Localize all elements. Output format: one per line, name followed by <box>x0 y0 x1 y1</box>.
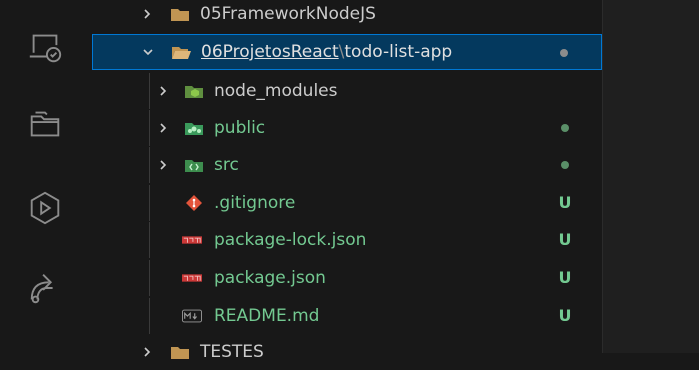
file-label: package-lock.json <box>214 230 367 250</box>
tree-row-testes[interactable]: TESTES <box>92 334 602 370</box>
chevron-right-icon[interactable] <box>156 147 170 183</box>
folder-label: TESTES <box>200 342 264 362</box>
editor-area-edge <box>602 0 699 353</box>
chevron-right-icon[interactable] <box>140 0 154 32</box>
git-status-badge: U <box>558 268 572 287</box>
node-folder-icon <box>184 73 204 109</box>
chevron-down-icon[interactable] <box>141 34 155 70</box>
folder-icon <box>170 0 190 32</box>
source-control-icon[interactable] <box>25 268 65 308</box>
folder-label: 06ProjetosReact\todo-list-app <box>201 34 452 70</box>
tree-row-readme-md[interactable]: README.md U <box>92 298 602 334</box>
modified-dot <box>560 49 568 57</box>
chevron-right-icon[interactable] <box>156 73 170 109</box>
compact-folder-segment-06projetosreact[interactable]: 06ProjetosReact <box>201 42 339 62</box>
tree-row-public[interactable]: public <box>92 110 602 146</box>
folder-open-icon <box>171 34 191 70</box>
indent-guide <box>149 110 150 146</box>
tree-row-package-json[interactable]: package.json U <box>92 260 602 296</box>
folder-label: 05FrameworkNodeJS <box>200 4 376 24</box>
untracked-dot <box>561 124 569 132</box>
git-status-badge: U <box>558 306 572 325</box>
tree-row-src[interactable]: src <box>92 147 602 183</box>
files-icon[interactable] <box>25 104 65 144</box>
public-folder-icon <box>184 110 204 146</box>
markdown-icon <box>182 298 202 334</box>
file-label: README.md <box>214 306 320 326</box>
folder-label: src <box>214 155 239 175</box>
folder-label: public <box>214 118 266 138</box>
extensions-icon[interactable] <box>25 188 65 228</box>
src-folder-icon <box>184 147 204 183</box>
git-status-badge: U <box>558 193 572 212</box>
chevron-right-icon[interactable] <box>140 334 154 370</box>
git-status-badge: U <box>558 230 572 249</box>
tree-row-todo-list-app[interactable]: 06ProjetosReact\todo-list-app <box>92 34 602 70</box>
indent-guide <box>149 73 150 109</box>
file-label: .gitignore <box>214 193 296 213</box>
file-label: package.json <box>214 268 326 288</box>
tree-row-package-lock-json[interactable]: package-lock.json U <box>92 222 602 258</box>
folder-icon <box>170 334 190 370</box>
folder-label: node_modules <box>214 81 338 101</box>
npm-icon <box>182 222 202 258</box>
file-explorer: 05FrameworkNodeJS 06ProjetosReact\todo-l… <box>92 0 602 362</box>
npm-icon <box>182 260 202 296</box>
indent-guide <box>149 298 150 334</box>
tree-row-node-modules[interactable]: node_modules <box>92 73 602 109</box>
indent-guide <box>149 147 150 183</box>
tree-row-gitignore[interactable]: .gitignore U <box>92 185 602 221</box>
remote-explorer-icon[interactable] <box>25 27 65 67</box>
tree-row-05frameworknodejs[interactable]: 05FrameworkNodeJS <box>92 0 602 32</box>
git-icon <box>184 185 204 221</box>
activity-bar <box>0 0 92 353</box>
indent-guide <box>149 260 150 296</box>
indent-guide <box>149 222 150 258</box>
indent-guide <box>149 185 150 221</box>
chevron-right-icon[interactable] <box>156 110 170 146</box>
compact-folder-segment-todo-list-app[interactable]: todo-list-app <box>344 42 452 62</box>
untracked-dot <box>561 161 569 169</box>
